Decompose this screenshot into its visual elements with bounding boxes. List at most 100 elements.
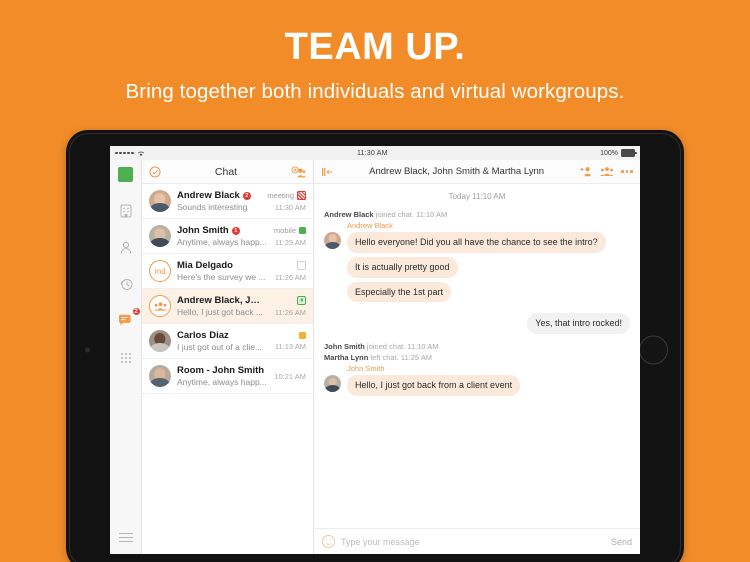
- more-options-icon[interactable]: [621, 170, 633, 173]
- avatar: [149, 190, 171, 212]
- hamburger-menu-icon[interactable]: [118, 533, 133, 545]
- chat-list-panel: Chat Andrew Black 2 Sounds interesting m…: [142, 160, 314, 554]
- system-actor: John Smith: [324, 342, 365, 352]
- chat-item-row-name: Andrew Black, Jonh S...: [177, 295, 271, 306]
- device-screen: 11:30 AM 100% 2 Chat Andrew Black 2 Soun…: [110, 146, 640, 554]
- chat-item-meta: meeting 11:30 AM: [267, 190, 306, 212]
- secure-lock-icon: [297, 295, 306, 305]
- rail-item-company[interactable]: [116, 200, 136, 220]
- home-button[interactable]: [639, 335, 668, 365]
- nav-rail-items: 2: [116, 200, 141, 533]
- avatar: md: [149, 260, 171, 282]
- message-bubble: Hello everyone! Did you all have the cha…: [347, 232, 606, 253]
- chat-list-item-room-john-smith[interactable]: Room - John Smith Anytime, always happ..…: [142, 359, 313, 394]
- presence-label: meeting: [267, 190, 294, 200]
- conversation-actions: [580, 166, 633, 177]
- chat-list-item-john-smith[interactable]: John Smith 1 Anytime, always happ... mob…: [142, 219, 313, 254]
- avatar: [149, 295, 171, 317]
- rail-item-chat[interactable]: 2: [116, 307, 141, 331]
- signal-dots-icon: [115, 151, 134, 155]
- chat-item-row-preview: I just got out of a clie...: [177, 342, 271, 352]
- clock-history-icon: [120, 278, 132, 290]
- chat-item-row-name: Carlos Diaz: [177, 330, 271, 341]
- presence-away-icon: [299, 331, 306, 339]
- avatar-photo: [149, 225, 171, 247]
- chat-item-row-name: John Smith 1: [177, 225, 270, 236]
- promo-subtitle: Bring together both individuals and virt…: [125, 80, 625, 103]
- ios-status-bar: 11:30 AM 100%: [110, 146, 640, 160]
- wifi-icon: [137, 151, 144, 156]
- avatar: [324, 375, 341, 393]
- presence-available-icon: [299, 226, 306, 234]
- chat-list-items[interactable]: Andrew Black 2 Sounds interesting meetin…: [142, 184, 313, 554]
- building-icon: [120, 204, 131, 217]
- chat-item-status: meeting: [267, 190, 306, 200]
- avatar-photo: [149, 190, 171, 212]
- chat-list-item-carlos-diaz[interactable]: Carlos Diaz I just got out of a clie...: [142, 324, 313, 359]
- chat-list-item-andrew-black[interactable]: Andrew Black 2 Sounds interesting meetin…: [142, 184, 313, 219]
- chat-item-row-name: Andrew Black 2: [177, 190, 263, 201]
- message-input[interactable]: Type your message: [341, 537, 605, 547]
- presence-offline-icon: [297, 260, 306, 270]
- collapse-panel-icon[interactable]: [321, 167, 333, 177]
- rail-item-contacts[interactable]: [116, 237, 136, 257]
- rail-item-history[interactable]: [116, 274, 136, 294]
- chat-item-time: 11:13 AM: [274, 341, 306, 351]
- chat-item-row-preview: Anytime, always happ...: [177, 377, 270, 387]
- chat-item-time: 11:29 AM: [274, 237, 306, 247]
- presence-meeting-icon: [297, 190, 306, 200]
- chat-item-meta: 10:21 AM: [274, 372, 306, 381]
- chat-item-status: [297, 295, 306, 305]
- message-sender: Andrew Black: [347, 221, 393, 230]
- chat-item-meta: mobile 11:29 AM: [274, 226, 306, 247]
- chat-item-status: [299, 331, 306, 339]
- chat-item-row-preview: Hello, I just got back ...: [177, 307, 271, 317]
- system-event-andrew-joined: Andrew Black joined chat. 11:10 AM: [324, 210, 630, 219]
- send-button[interactable]: Send: [611, 537, 632, 547]
- message-bubble-outgoing: Yes, that intro rocked!: [527, 313, 630, 335]
- group-people-icon[interactable]: [600, 166, 614, 177]
- chat-item-body: Carlos Diaz I just got out of a clie...: [177, 330, 271, 352]
- chat-unread-badge: 2: [131, 307, 141, 316]
- system-text: joined chat. 11:10 AM: [364, 342, 439, 352]
- status-bar-time: 11:30 AM: [356, 149, 388, 157]
- dialpad-icon: [120, 353, 131, 363]
- chat-bubble-icon: [119, 314, 131, 326]
- add-group-icon[interactable]: [291, 165, 306, 178]
- message-bubble: Especially the 1st part: [347, 281, 452, 303]
- system-text: joined chat. 11:10 AM: [373, 210, 448, 219]
- status-bar-left: [115, 150, 145, 157]
- system-actor: Andrew Black: [324, 210, 374, 219]
- chat-list-item-mia-delgado[interactable]: md Mia Delgado Here's the survey we ...: [142, 254, 313, 289]
- message-bubble: It is actually pretty good: [347, 256, 458, 278]
- avatar: [324, 232, 341, 249]
- system-actor: Martha Lynn: [324, 353, 369, 363]
- nav-rail: 2: [110, 160, 142, 554]
- day-divider: Today 11:10 AM: [448, 192, 506, 201]
- rail-item-dialpad[interactable]: [116, 348, 136, 368]
- chat-item-preview: Here's the survey we ...: [177, 272, 266, 282]
- chat-item-body: Mia Delgado Here's the survey we ...: [177, 260, 271, 282]
- tablet-device-frame: 11:30 AM 100% 2 Chat Andrew Black 2 Soun…: [66, 130, 684, 562]
- message-sender: John Smith: [347, 364, 385, 374]
- chat-list-item-group-andrew-black[interactable]: Andrew Black, Jonh S... Hello, I just go…: [142, 289, 313, 324]
- check-circle-icon[interactable]: [149, 166, 161, 178]
- avatar-photo: [324, 375, 341, 393]
- chat-item-row-preview: Here's the survey we ...: [177, 272, 271, 282]
- chat-item-preview: Sounds interesting: [177, 202, 248, 212]
- message-row-outgoing: Yes, that intro rocked!: [324, 313, 630, 338]
- chat-item-row-preview: Sounds interesting: [177, 202, 263, 212]
- chat-item-body: John Smith 1 Anytime, always happ...: [177, 225, 270, 247]
- system-event-john-joined: John Smith joined chat. 11:10 AM: [324, 342, 630, 351]
- chat-item-meta: 11:26 AM: [274, 295, 306, 317]
- chat-item-body: Room - John Smith Anytime, always happ..…: [177, 365, 270, 387]
- conversation-panel: Andrew Black, John Smith & Martha Lynn T…: [314, 160, 640, 554]
- add-person-icon[interactable]: [580, 166, 593, 177]
- chat-item-name: Carlos Diaz: [177, 330, 229, 341]
- chat-item-preview: Anytime, always happ...: [177, 377, 267, 387]
- chat-item-time: 11:26 AM: [274, 307, 306, 317]
- chat-item-name: Room - John Smith: [177, 365, 265, 376]
- smiley-icon[interactable]: [322, 535, 335, 548]
- presence-label: mobile: [273, 225, 296, 235]
- message-bubble: Hello, I just got back from a client eve…: [347, 375, 521, 396]
